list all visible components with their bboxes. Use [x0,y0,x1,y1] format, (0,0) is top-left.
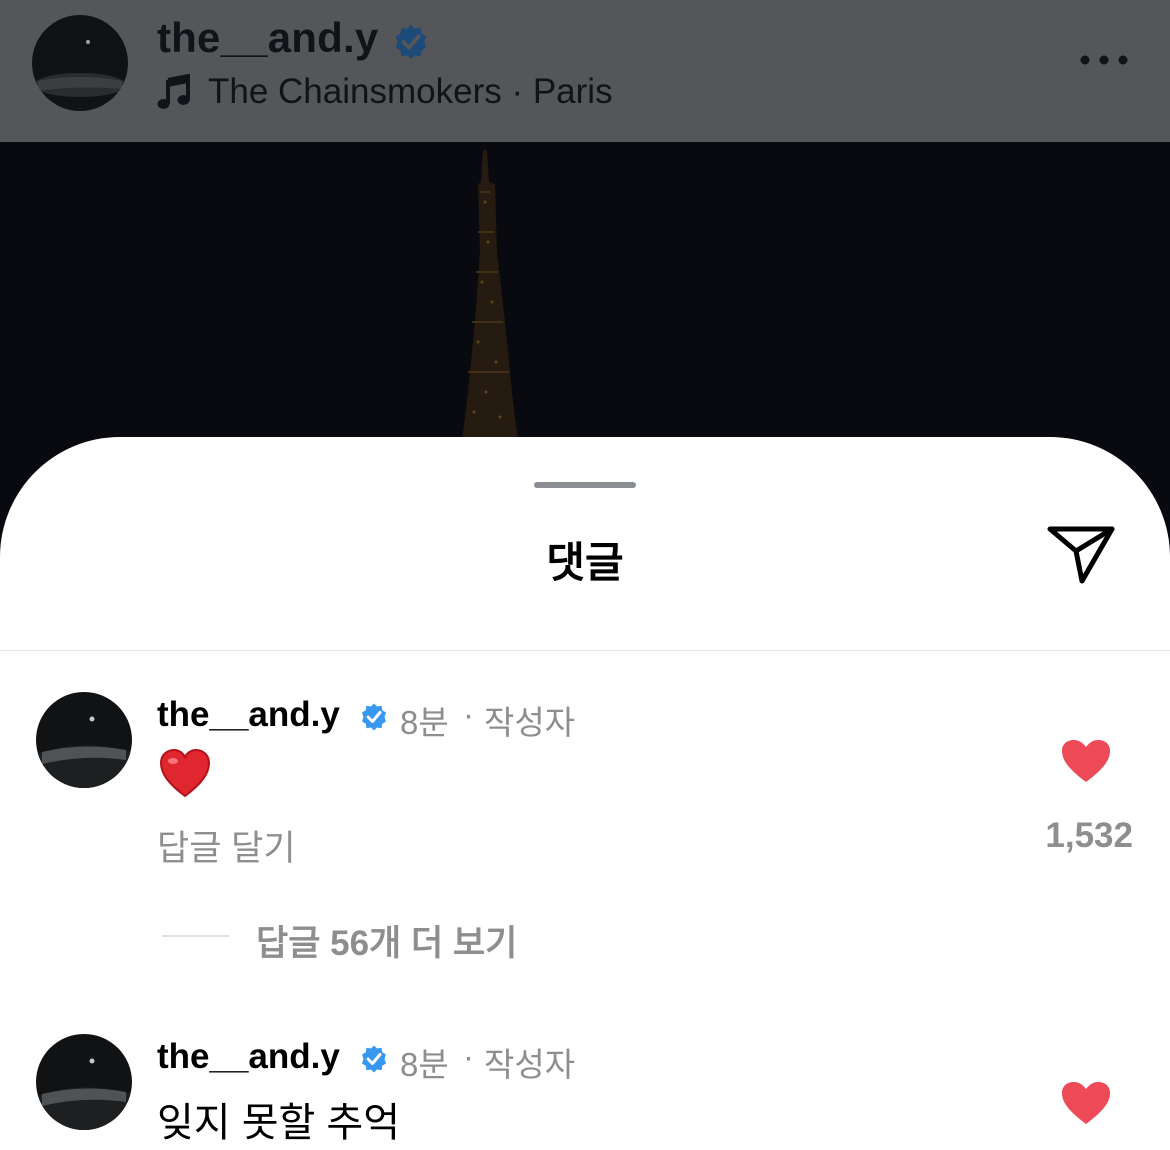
sheet-title: 댓글 [546,539,624,586]
comment-username[interactable]: the__and.y [157,695,340,735]
red-heart-emoji [159,748,211,798]
reply-button[interactable]: 답글 달기 [157,820,296,871]
sheet-grabber[interactable] [534,482,636,488]
like-count[interactable]: 1,532 [1000,816,1133,856]
post-username[interactable]: the__and.y [157,14,378,62]
comment-author-badge: 작성자 [484,1046,576,1083]
sheet-divider [0,650,1170,651]
replies-line [162,935,229,937]
verified-badge-icon [362,703,386,731]
comment-author-badge: 작성자 [484,704,576,741]
post-music-location[interactable]: The Chainsmokers · Paris [208,72,613,112]
like-icon[interactable] [1060,738,1112,784]
comment-time: 8분 [400,1046,449,1083]
more-options-icon[interactable] [1078,50,1130,70]
view-replies-link[interactable]: 답글 56개 더 보기 [256,915,517,966]
like-icon[interactable] [1060,1080,1112,1126]
comment-separator: · [463,696,474,733]
verified-badge-icon [395,24,427,60]
comment-avatar[interactable] [36,1034,132,1130]
post-header: the__and.y The Chainsmokers · Paris [0,0,1170,142]
comment-avatar[interactable] [36,692,132,788]
post-avatar[interactable] [32,15,128,111]
paper-plane-icon[interactable] [1046,523,1116,585]
verified-badge-icon [362,1045,386,1073]
music-note-icon [157,74,190,109]
comment-separator: · [463,1038,474,1075]
comment-text: 잊지 못할 추억 [157,1101,401,1145]
comment-username[interactable]: the__and.y [157,1037,340,1077]
comment-time: 8분 [400,704,449,741]
